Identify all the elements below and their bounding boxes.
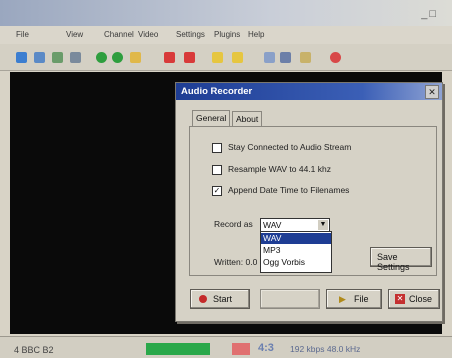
resample-wav-label: Resample WAV to 44.1 khz [228,164,331,174]
chevron-down-icon[interactable]: ▼ [318,220,328,230]
status-level-meter [146,343,210,355]
back-icon[interactable] [96,52,107,63]
tab-general[interactable]: General [192,110,231,126]
menu-file[interactable]: File [16,30,29,39]
status-recording-indicator [232,343,250,355]
record-format-dropdown: WAV MP3 Ogg Vorbis [260,231,332,273]
menu-view[interactable]: View [66,30,83,39]
append-date-label: Append Date Time to Filenames [228,185,350,195]
record-as-label: Record as [214,219,253,229]
menu-bar: File View Channel Video Settings Plugins… [0,26,452,44]
stay-connected-label: Stay Connected to Audio Stream [228,142,352,152]
video-icon[interactable] [52,52,63,63]
dialog-titlebar[interactable]: Audio Recorder ✕ [176,83,442,100]
file-button[interactable]: ▶ File [326,289,382,309]
record-format-select[interactable]: WAV ▼ [260,218,330,232]
append-date-checkbox[interactable]: ✓ [212,186,222,196]
written-label: Written: 0.0 [214,257,258,267]
app-titlebar: _□ [0,0,452,26]
stop-button[interactable] [260,289,320,309]
favorite-icon[interactable] [232,52,243,63]
save-settings-label: Save Settings [377,252,410,272]
status-aspect-ratio: 4:3 [258,342,274,354]
format-option-wav[interactable]: WAV [261,233,331,244]
forward-icon[interactable] [112,52,123,63]
close-icon: ✕ [395,294,405,304]
mixer-icon[interactable] [280,52,291,63]
dialog-close-icon[interactable]: ✕ [425,85,439,99]
window-controls[interactable]: _□ [421,8,438,20]
snapshot-icon[interactable] [300,52,311,63]
save-settings-button[interactable]: Save Settings [370,247,432,272]
format-option-ogg[interactable]: Ogg Vorbis [261,257,331,268]
folder-icon: ▶ [339,294,346,304]
record-format-value: WAV [263,220,282,230]
folder-icon[interactable] [130,52,141,63]
record-icon[interactable] [164,52,175,63]
audio-recorder-dialog: Audio Recorder ✕ General About Stay Conn… [175,82,443,322]
file-label: File [354,294,369,304]
star-icon[interactable] [212,52,223,63]
dialog-title: Audio Recorder [181,86,253,97]
fullscreen-icon[interactable] [34,52,45,63]
recording-dot-icon[interactable] [330,52,341,63]
toolbar [0,44,452,71]
audio-icon[interactable] [264,52,275,63]
status-channel: 4 BBC B2 [14,345,54,355]
settings-icon[interactable] [70,52,81,63]
menu-help[interactable]: Help [248,30,264,39]
status-bar: 4 BBC B2 4:3 192 kbps 48.0 kHz [0,336,452,358]
start-label: Start [213,294,233,304]
start-button[interactable]: Start [190,289,250,309]
menu-settings[interactable]: Settings [176,30,205,39]
tab-about[interactable]: About [232,111,263,126]
record-icon [199,295,207,303]
menu-channel[interactable]: Channel [104,30,134,39]
stop-icon[interactable] [184,52,195,63]
channel-icon[interactable] [16,52,27,63]
resample-wav-checkbox[interactable] [212,165,222,175]
menu-video[interactable]: Video [138,30,158,39]
stay-connected-checkbox[interactable] [212,143,222,153]
close-button[interactable]: ✕ Close [388,289,440,309]
menu-plugins[interactable]: Plugins [214,30,240,39]
format-option-mp3[interactable]: MP3 [261,245,331,256]
status-bitrate: 192 kbps 48.0 kHz [290,344,361,354]
close-label: Close [409,294,433,304]
